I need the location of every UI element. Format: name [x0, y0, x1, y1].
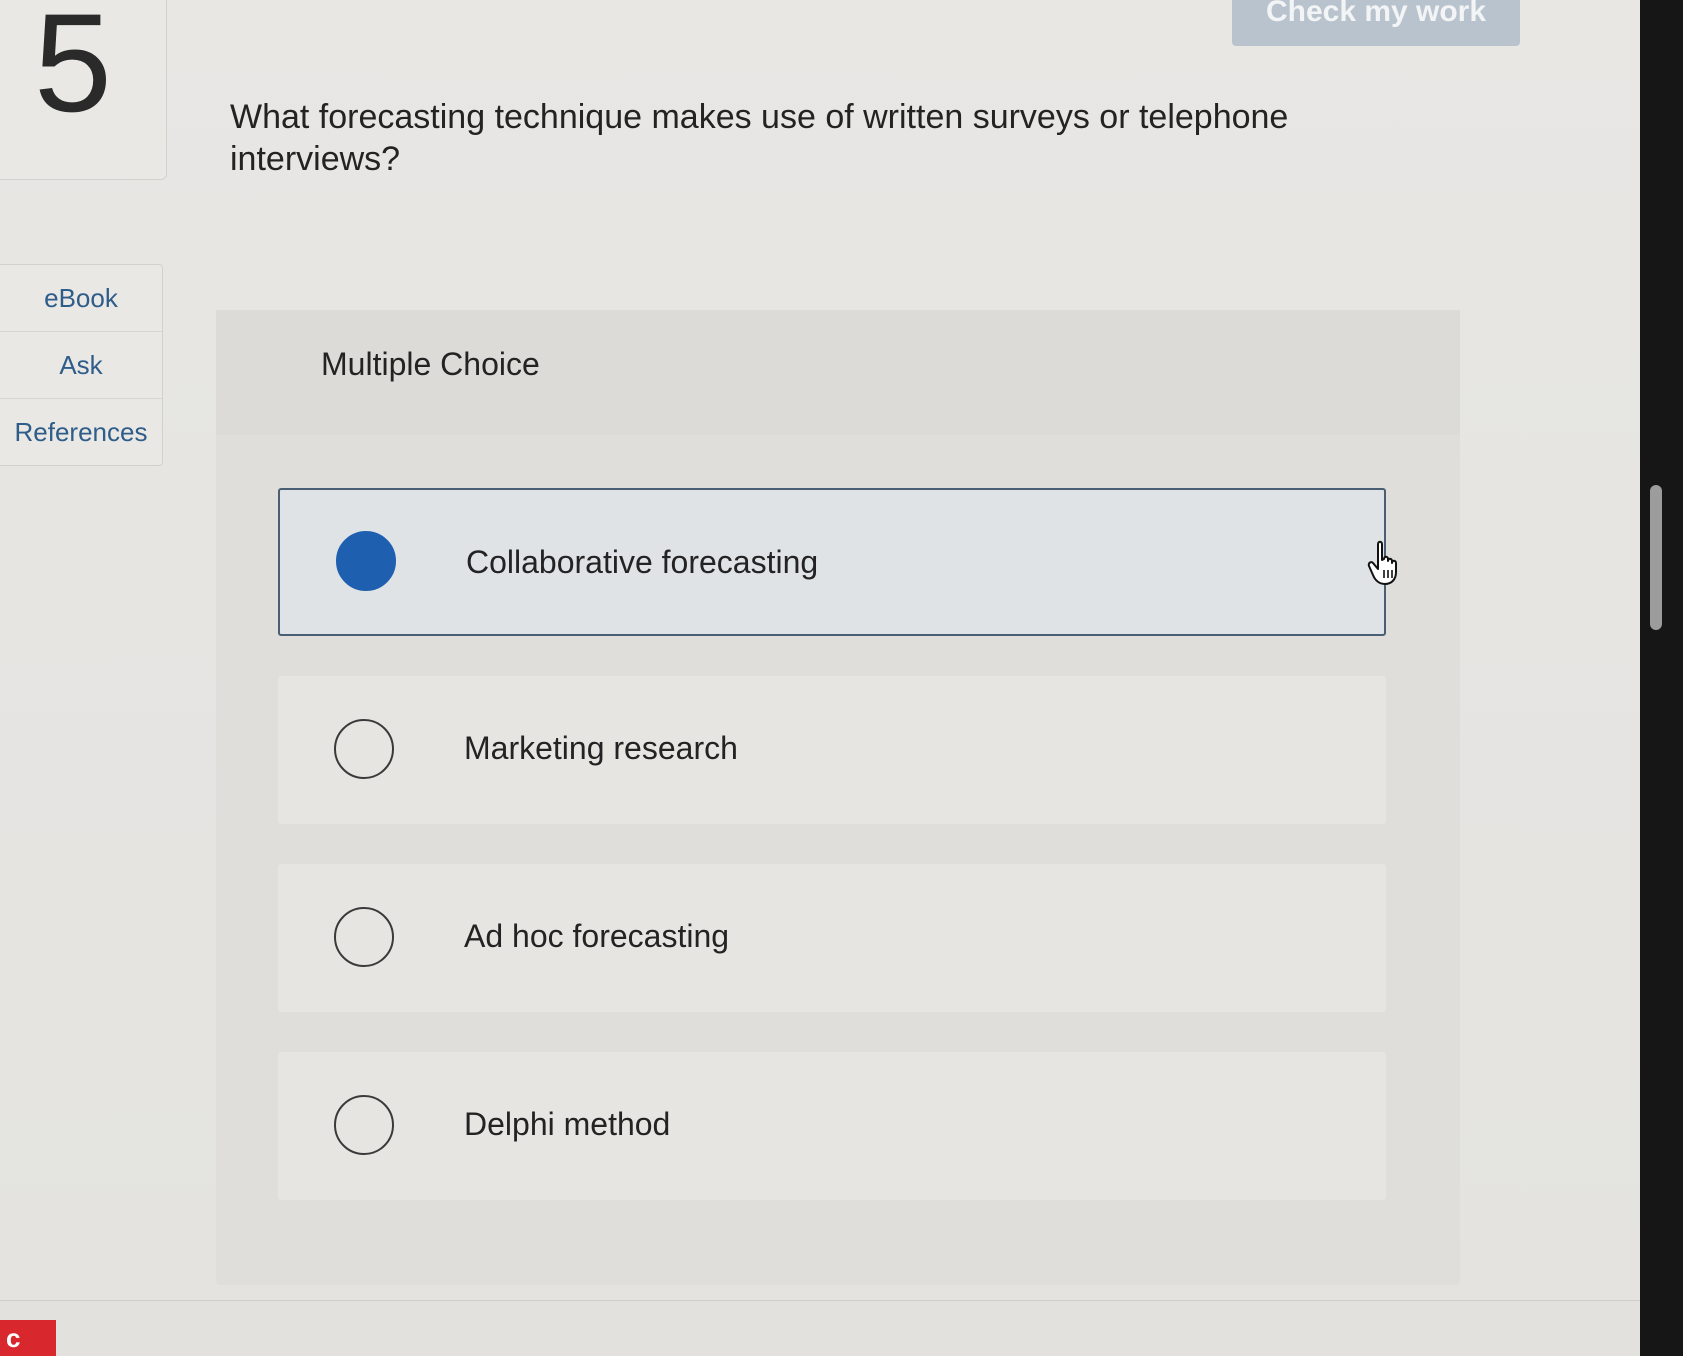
question-type-title: Multiple Choice [321, 346, 540, 382]
answer-option-label: Ad hoc forecasting [464, 918, 730, 954]
answer-panel: Multiple Choice Collaborative forecastin… [216, 310, 1460, 1285]
hand-pointer-icon [1367, 540, 1397, 585]
scrollbar-thumb[interactable] [1650, 485, 1662, 630]
answer-option-ad-hoc-forecasting[interactable]: Ad hoc forecasting [278, 864, 1386, 1012]
scrollbar-track [1640, 0, 1683, 1356]
ask-link[interactable]: Ask [0, 332, 162, 399]
check-my-work-button[interactable]: Check my work [1232, 0, 1520, 46]
assignment-screen: 5 Check my work What forecasting techniq… [0, 0, 1640, 1356]
brand-logo: c [0, 1320, 56, 1356]
ebook-link[interactable]: eBook [0, 265, 162, 332]
question-text: What forecasting technique makes use of … [230, 98, 1289, 178]
question-number: 5 [34, 0, 112, 141]
radio-selected[interactable] [336, 531, 396, 591]
answer-option-collaborative-forecasting[interactable]: Collaborative forecasting [278, 488, 1386, 636]
question-number-tile: 5 [0, 0, 167, 180]
answer-option-label: Marketing research [464, 730, 738, 766]
bottom-navigation-bar [0, 1300, 1640, 1356]
answer-option-delphi-method[interactable]: Delphi method [278, 1052, 1386, 1200]
panel-header: Multiple Choice [216, 310, 1460, 435]
radio-unselected[interactable] [334, 907, 394, 967]
answer-option-label: Delphi method [464, 1106, 671, 1142]
references-link[interactable]: References [0, 399, 162, 465]
answer-option-marketing-research[interactable]: Marketing research [278, 676, 1386, 824]
radio-unselected[interactable] [334, 719, 394, 779]
answer-option-label: Collaborative forecasting [466, 544, 819, 580]
radio-unselected[interactable] [334, 1095, 394, 1155]
side-tools-panel: eBook Ask References [0, 264, 163, 466]
